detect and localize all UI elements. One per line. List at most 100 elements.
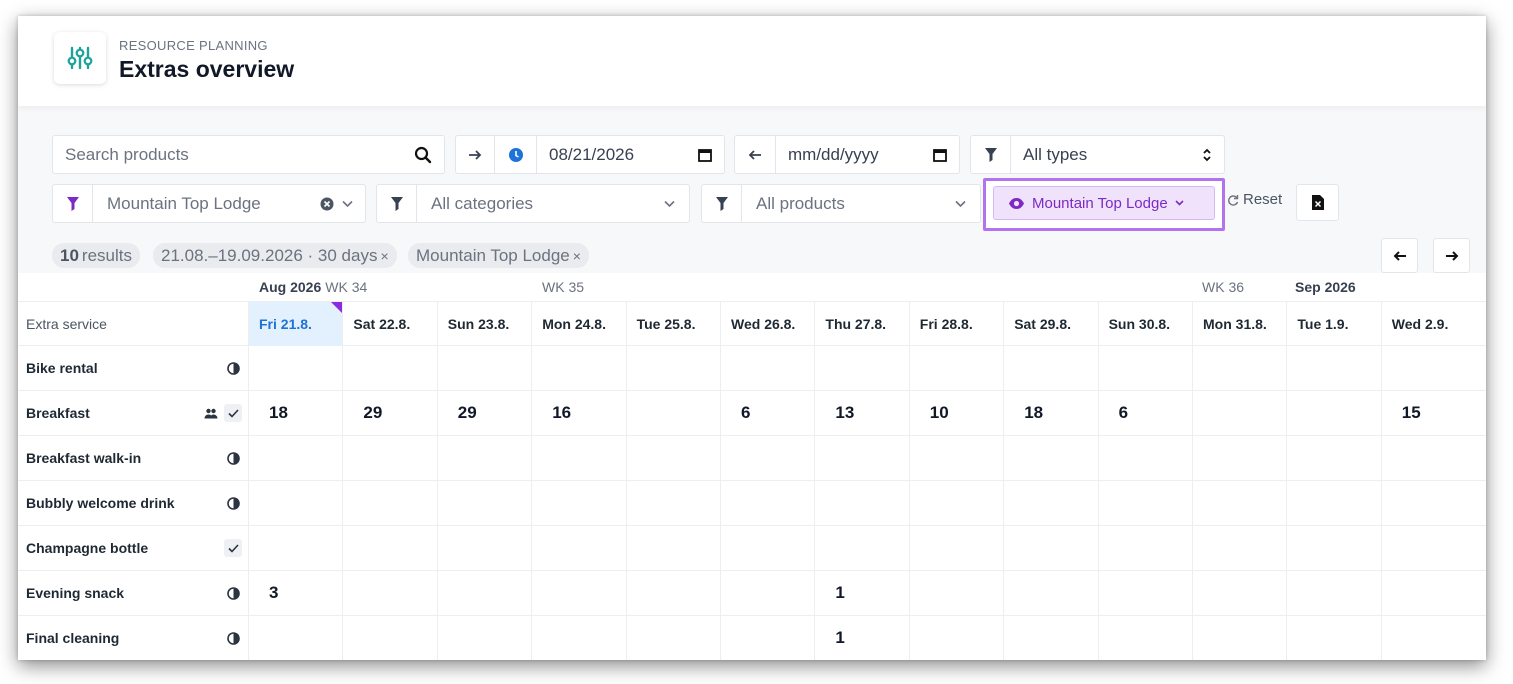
extra-service-name[interactable]: Evening snack (26, 571, 124, 615)
grid-cell[interactable] (625, 481, 720, 525)
grid-cell[interactable] (248, 526, 342, 570)
grid-cell[interactable] (1380, 436, 1475, 480)
grid-cell[interactable] (1192, 526, 1286, 570)
grid-cell[interactable] (342, 346, 436, 390)
grid-cell[interactable] (1003, 346, 1097, 390)
grid-cell[interactable] (1097, 571, 1192, 615)
day-header[interactable]: Sat 29.8. (1003, 302, 1097, 346)
extra-service-name[interactable]: Breakfast walk-in (26, 436, 141, 480)
grid-cell[interactable] (531, 571, 625, 615)
grid-cell[interactable] (1380, 526, 1475, 570)
calendar-icon[interactable] (933, 148, 947, 162)
grid-cell[interactable] (1286, 571, 1380, 615)
view-property-button[interactable]: Mountain Top Lodge (993, 186, 1215, 220)
grid-cell[interactable]: 6 (720, 391, 814, 435)
grid-cell[interactable] (908, 436, 1003, 480)
grid-cell[interactable] (342, 436, 436, 480)
grid-cell[interactable]: 16 (531, 391, 625, 435)
grid-cell[interactable]: 6 (1097, 391, 1192, 435)
grid-cell[interactable] (531, 436, 625, 480)
grid-cell[interactable] (1003, 436, 1097, 480)
close-icon[interactable]: × (380, 248, 388, 264)
product-select[interactable]: All products (701, 184, 981, 223)
grid-cell[interactable] (436, 616, 531, 660)
reset-button[interactable]: Reset (1227, 191, 1282, 208)
extra-service-name[interactable]: Champagne bottle (26, 526, 148, 570)
grid-cell[interactable] (625, 436, 720, 480)
grid-cell[interactable] (814, 481, 908, 525)
search-input[interactable]: Search products (53, 145, 414, 165)
date-range-tag[interactable]: 21.08.–19.09.2026 · 30 days × (153, 243, 397, 268)
next-period-button[interactable] (1433, 238, 1470, 273)
grid-cell[interactable] (531, 616, 625, 660)
grid-cell[interactable] (436, 346, 531, 390)
grid-cell[interactable] (720, 481, 814, 525)
grid-cell[interactable] (1097, 346, 1192, 390)
grid-cell[interactable]: 29 (436, 391, 531, 435)
grid-cell[interactable]: 10 (908, 391, 1003, 435)
grid-cell[interactable]: 18 (1003, 391, 1097, 435)
grid-cell[interactable] (436, 436, 531, 480)
day-header[interactable]: Tue 1.9. (1286, 302, 1380, 346)
export-excel-button[interactable] (1296, 184, 1339, 221)
grid-cell[interactable] (342, 481, 436, 525)
grid-cell[interactable] (908, 481, 1003, 525)
grid-cell[interactable] (625, 391, 720, 435)
grid-cell[interactable] (436, 571, 531, 615)
category-select[interactable]: All categories (376, 184, 690, 223)
grid-cell[interactable] (814, 526, 908, 570)
grid-cell[interactable] (1380, 571, 1475, 615)
property-select[interactable]: Mountain Top Lodge (52, 184, 366, 223)
day-header[interactable]: Sat 22.8. (342, 302, 436, 346)
day-header[interactable]: Mon 24.8. (531, 302, 625, 346)
grid-cell[interactable] (1192, 391, 1286, 435)
grid-cell[interactable] (531, 481, 625, 525)
grid-cell[interactable] (720, 526, 814, 570)
grid-cell[interactable] (814, 436, 908, 480)
chevron-down-icon[interactable] (342, 200, 353, 208)
grid-cell[interactable] (531, 526, 625, 570)
chevron-down-icon[interactable] (664, 200, 675, 208)
grid-cell[interactable] (436, 526, 531, 570)
day-header[interactable]: Sun 30.8. (1097, 302, 1192, 346)
extra-service-name[interactable]: Bubbly welcome drink (26, 481, 175, 525)
grid-cell[interactable] (1192, 571, 1286, 615)
grid-cell[interactable] (1380, 616, 1475, 660)
day-header[interactable]: Wed 2.9. (1380, 302, 1475, 346)
grid-cell[interactable] (814, 346, 908, 390)
grid-cell[interactable] (1097, 481, 1192, 525)
grid-cell[interactable] (1097, 616, 1192, 660)
grid-cell[interactable] (625, 346, 720, 390)
grid-cell[interactable] (1286, 481, 1380, 525)
grid-cell[interactable] (908, 526, 1003, 570)
grid-cell[interactable] (248, 481, 342, 525)
day-header[interactable]: Fri 28.8. (908, 302, 1003, 346)
grid-cell[interactable] (1192, 481, 1286, 525)
grid-cell[interactable]: 3 (248, 571, 342, 615)
grid-cell[interactable] (908, 571, 1003, 615)
clear-icon[interactable] (320, 197, 334, 211)
grid-cell[interactable] (625, 526, 720, 570)
grid-cell[interactable] (1097, 436, 1192, 480)
grid-cell[interactable] (248, 616, 342, 660)
grid-cell[interactable] (248, 346, 342, 390)
day-header[interactable]: Mon 31.8. (1192, 302, 1286, 346)
grid-cell[interactable] (720, 616, 814, 660)
grid-cell[interactable] (1192, 436, 1286, 480)
grid-cell[interactable] (720, 436, 814, 480)
type-select[interactable]: All types (970, 135, 1225, 174)
grid-cell[interactable]: 15 (1380, 391, 1475, 435)
grid-cell[interactable] (1003, 616, 1097, 660)
grid-cell[interactable]: 1 (814, 571, 908, 615)
day-header[interactable]: Fri 21.8. (248, 302, 343, 346)
grid-cell[interactable] (1380, 346, 1475, 390)
extra-service-name[interactable]: Bike rental (26, 346, 98, 390)
grid-cell[interactable]: 1 (814, 616, 908, 660)
to-date-input[interactable]: mm/dd/yyyy (776, 136, 959, 173)
grid-cell[interactable] (1192, 346, 1286, 390)
day-header[interactable]: Thu 27.8. (814, 302, 908, 346)
grid-cell[interactable] (1003, 571, 1097, 615)
grid-cell[interactable] (625, 616, 720, 660)
previous-period-button[interactable] (1381, 238, 1418, 273)
grid-cell[interactable] (342, 616, 436, 660)
